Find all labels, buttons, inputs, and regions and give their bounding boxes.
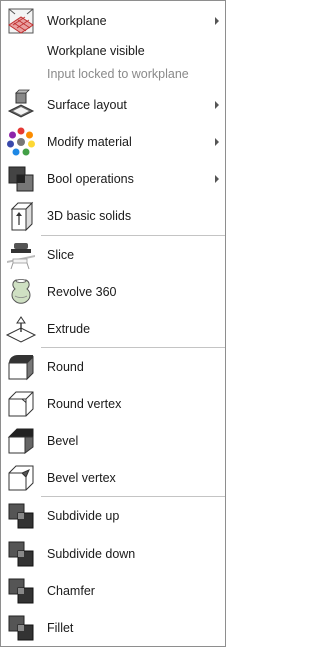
menu-item-slice[interactable]: Slice (1, 237, 225, 273)
subdivide-down-icon (4, 537, 38, 571)
menu-item-modify-material[interactable]: Modify material (1, 124, 225, 160)
bevel-icon (4, 424, 38, 458)
basic-solids-icon (4, 199, 38, 233)
menu-item-label: Input locked to workplane (47, 67, 189, 81)
menu-item-subdivide-down[interactable]: Subdivide down (1, 536, 225, 572)
menu-item-revolve-360[interactable]: Revolve 360 (1, 274, 225, 310)
menu-item-3d-basic-solids[interactable]: 3D basic solids (1, 198, 225, 234)
menu-item-chamfer[interactable]: Chamfer (1, 573, 225, 609)
menu-item-workplane[interactable]: Workplane (1, 3, 225, 39)
menu-item-label: Bool operations (47, 172, 134, 186)
menu-item-workplane-visible[interactable]: Workplane visible (1, 41, 225, 61)
bevel-vertex-icon (4, 461, 38, 495)
menu-separator (41, 235, 225, 236)
chamfer-icon (4, 574, 38, 608)
menu-separator (41, 496, 225, 497)
subdivide-up-icon (4, 499, 38, 533)
menu-separator (41, 347, 225, 348)
menu-item-surface-layout[interactable]: Surface layout (1, 87, 225, 123)
menu-item-label: Round (47, 360, 84, 374)
context-menu: Workplane Workplane visible Input locked… (0, 0, 226, 647)
revolve-icon (4, 275, 38, 309)
slice-icon (4, 238, 38, 272)
color-wheel-icon (4, 125, 38, 159)
menu-item-input-locked[interactable]: Input locked to workplane (1, 64, 225, 84)
menu-item-label: Bevel vertex (47, 471, 116, 485)
round-vertex-icon (4, 387, 38, 421)
menu-item-label: Subdivide down (47, 547, 136, 561)
round-icon (4, 350, 38, 384)
menu-item-label: Fillet (47, 621, 74, 635)
menu-item-fillet[interactable]: Fillet (1, 610, 225, 646)
menu-item-label: 3D basic solids (47, 209, 132, 223)
menu-item-bool-operations[interactable]: Bool operations (1, 161, 225, 197)
menu-item-label: Slice (47, 248, 75, 262)
submenu-arrow-icon (215, 138, 219, 146)
submenu-arrow-icon (215, 17, 219, 25)
surface-layout-icon (4, 88, 38, 122)
menu-item-label: Extrude (47, 322, 91, 336)
menu-item-round-vertex[interactable]: Round vertex (1, 386, 225, 422)
menu-item-label: Surface layout (47, 98, 127, 112)
menu-item-extrude[interactable]: Extrude (1, 311, 225, 347)
menu-item-label: Round vertex (47, 397, 122, 411)
menu-item-subdivide-up[interactable]: Subdivide up (1, 498, 225, 534)
menu-item-label: Modify material (47, 135, 132, 149)
menu-item-label: Chamfer (47, 584, 95, 598)
workplane-icon (4, 4, 38, 38)
bool-operations-icon (4, 162, 38, 196)
menu-item-label: Revolve 360 (47, 285, 117, 299)
submenu-arrow-icon (215, 175, 219, 183)
menu-item-label: Bevel (47, 434, 79, 448)
submenu-arrow-icon (215, 101, 219, 109)
menu-item-bevel-vertex[interactable]: Bevel vertex (1, 460, 225, 496)
menu-item-label: Subdivide up (47, 509, 120, 523)
fillet-icon (4, 611, 38, 645)
menu-item-round[interactable]: Round (1, 349, 225, 385)
menu-item-bevel[interactable]: Bevel (1, 423, 225, 459)
extrude-icon (4, 312, 38, 346)
menu-item-label: Workplane visible (47, 44, 145, 58)
menu-item-label: Workplane (47, 14, 107, 28)
